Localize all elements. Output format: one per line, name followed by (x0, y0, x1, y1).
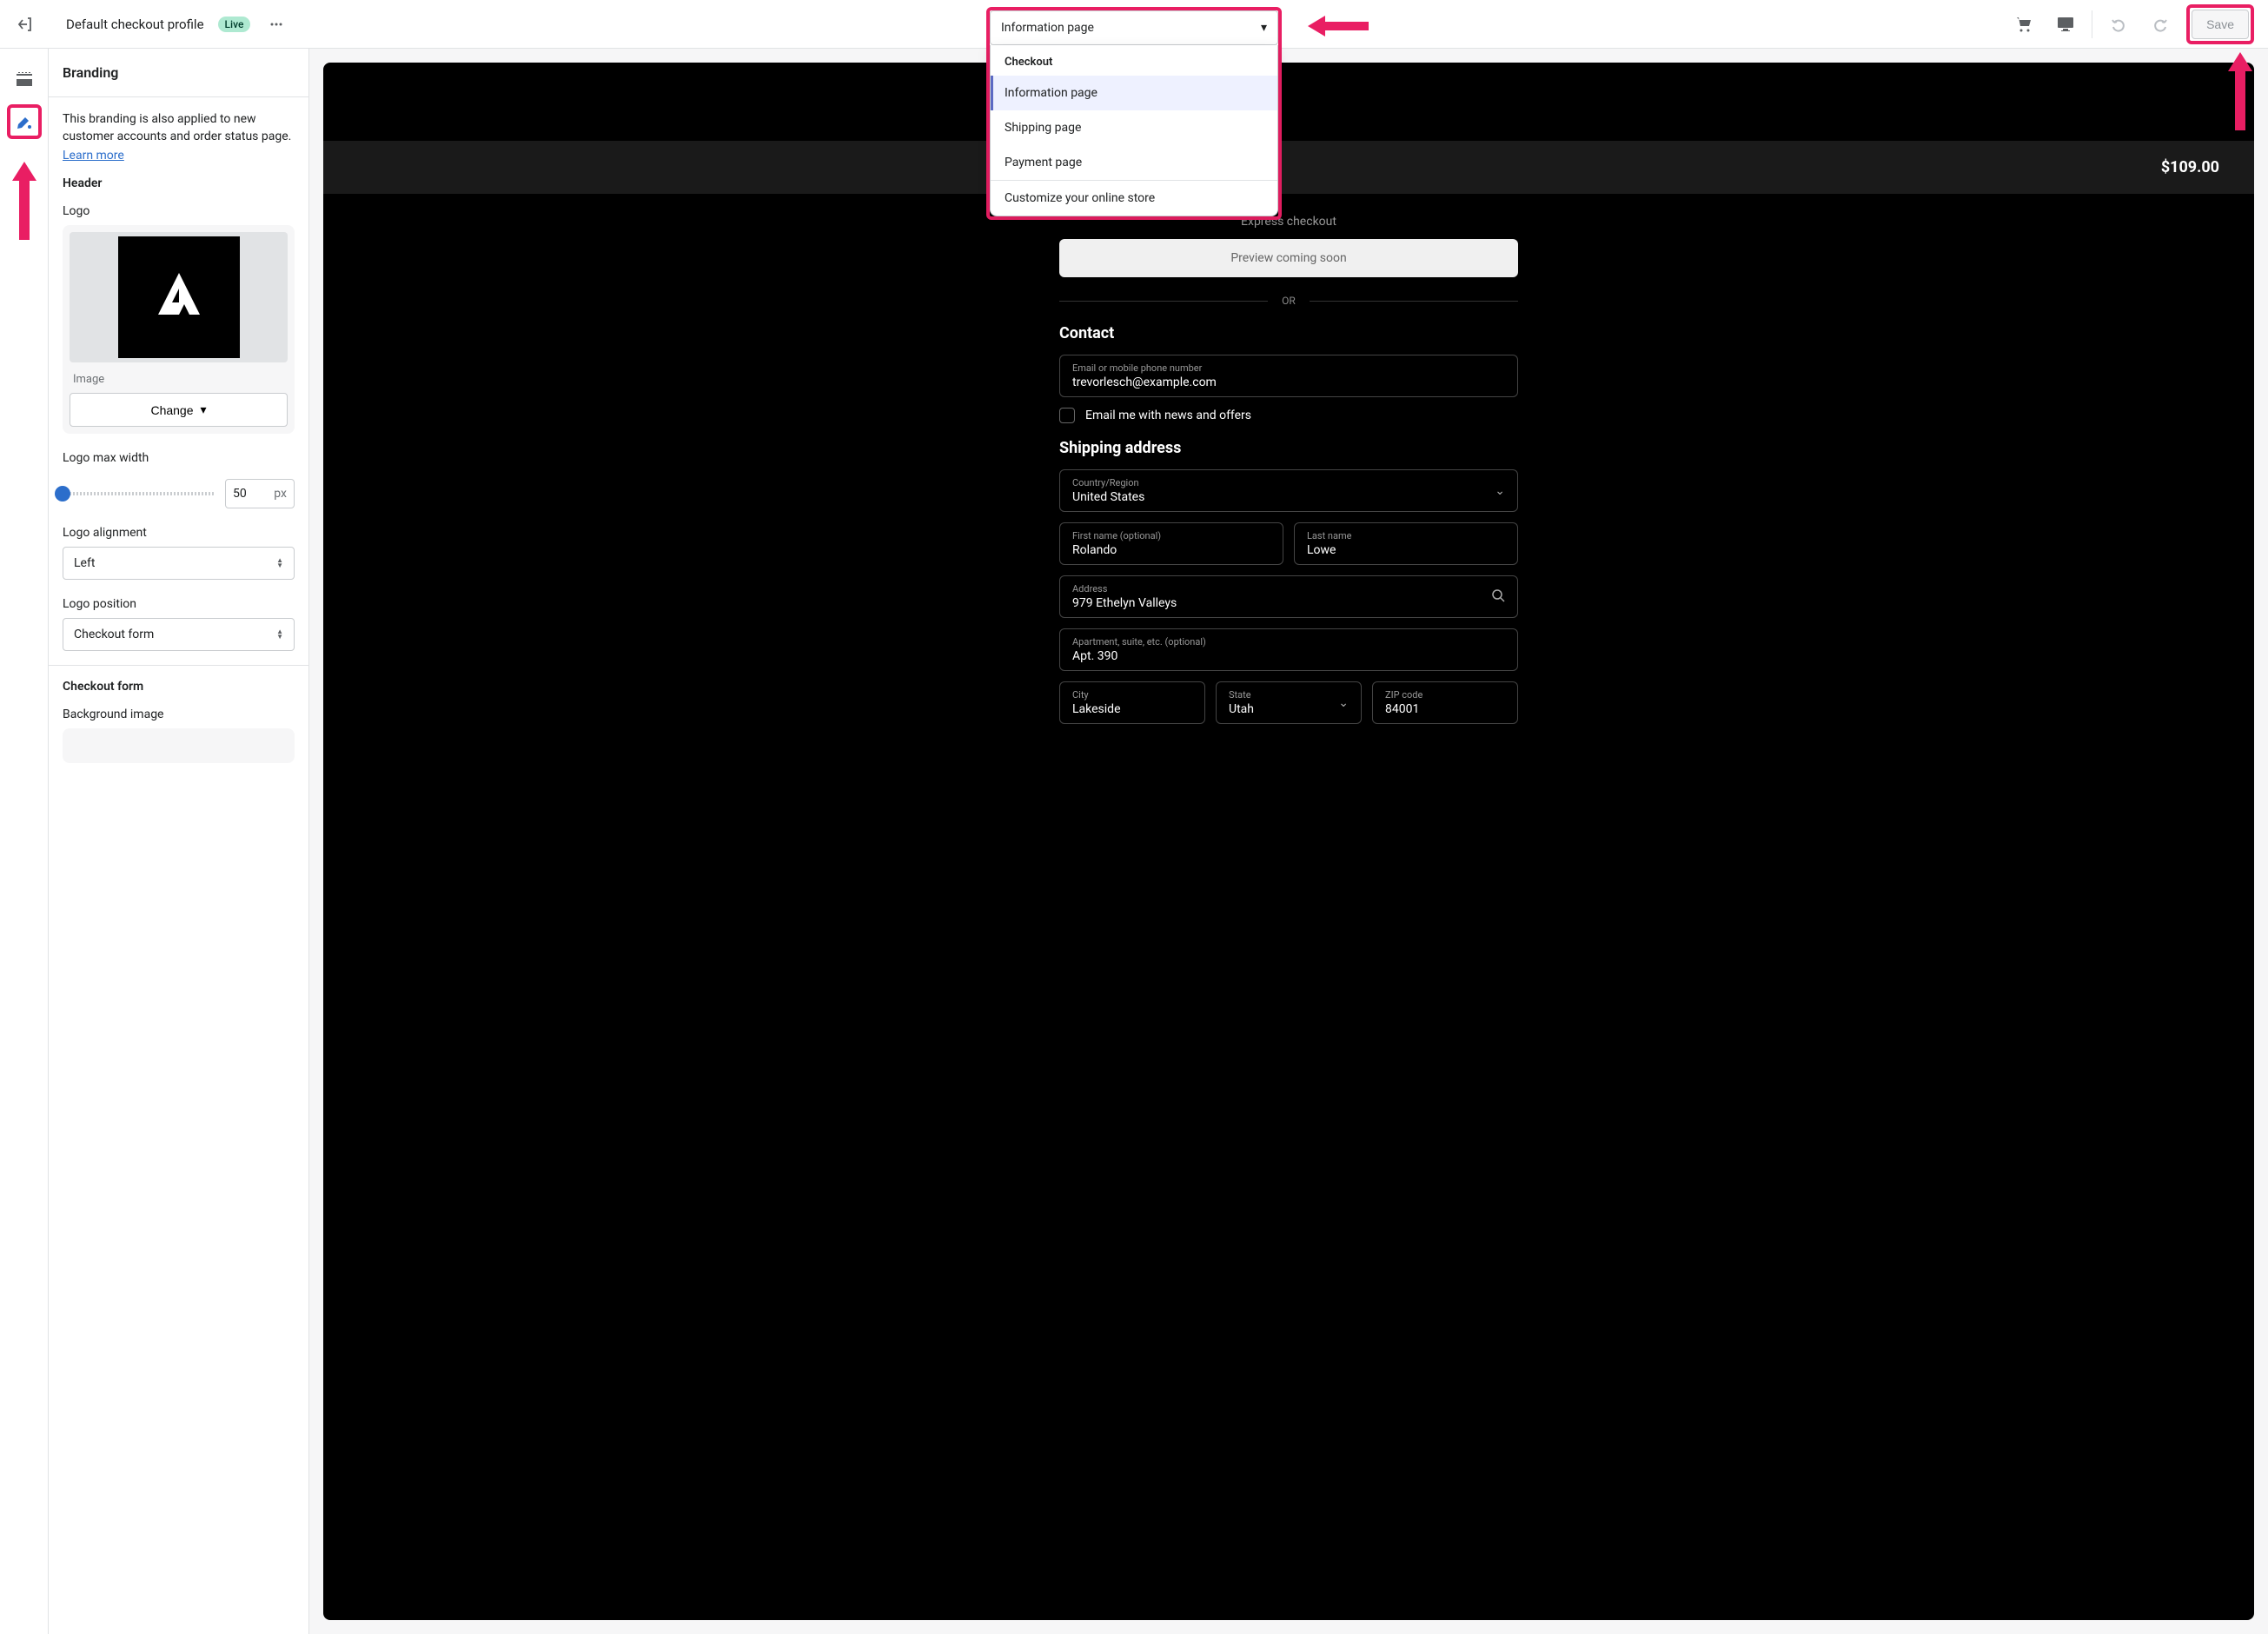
change-button-label: Change (150, 403, 193, 417)
logo-position-value: Checkout form (74, 628, 154, 641)
city-value: Lakeside (1072, 702, 1192, 716)
city-label: City (1072, 689, 1192, 701)
email-label: Email or mobile phone number (1072, 362, 1505, 374)
image-caption: Image (70, 362, 288, 393)
country-value: United States (1072, 490, 1505, 504)
page-selector-value: Information page (1001, 21, 1094, 35)
last-name-value: Lowe (1307, 543, 1505, 557)
chevron-down-icon: ⌄ (1338, 696, 1349, 710)
topbar: Default checkout profile Live Informatio… (0, 0, 2268, 49)
search-icon (1491, 588, 1505, 606)
address-field[interactable]: Address 979 Ethelyn Valleys (1059, 575, 1518, 618)
state-select[interactable]: State Utah ⌄ (1216, 681, 1362, 724)
logo-width-input[interactable]: 50 px (225, 479, 295, 508)
state-value: Utah (1229, 702, 1349, 716)
caret-down-icon: ▾ (1261, 21, 1267, 35)
dropdown-item-customize-store[interactable]: Customize your online store (991, 181, 1277, 216)
bg-image-label: Background image (63, 707, 295, 721)
logo-width-unit: px (274, 487, 287, 501)
dropdown-item-shipping[interactable]: Shipping page (991, 110, 1277, 145)
logo-alignment-label: Logo alignment (63, 526, 295, 540)
state-label: State (1229, 689, 1349, 701)
page-dropdown: Checkout Information page Shipping page … (990, 45, 1278, 216)
last-name-field[interactable]: Last name Lowe (1294, 522, 1518, 565)
contact-heading: Contact (1059, 324, 1518, 342)
logo-position-select[interactable]: Checkout form ▲▼ (63, 618, 295, 651)
logo-width-slider[interactable] (63, 492, 215, 495)
order-summary-bar: $109.00 (323, 141, 2254, 194)
rail-sections-icon[interactable] (7, 63, 42, 97)
express-preview-placeholder: Preview coming soon (1059, 239, 1518, 277)
learn-more-link[interactable]: Learn more (63, 149, 124, 163)
select-updown-icon: ▲▼ (276, 558, 283, 568)
logo-image-well: Image Change ▾ (63, 225, 295, 434)
apt-value: Apt. 390 (1072, 649, 1505, 663)
page-selector[interactable]: Information page ▾ (990, 10, 1278, 45)
annotation-arrow-save (2226, 52, 2254, 134)
annotation-arrow-selector (1308, 14, 1369, 42)
summary-price: $109.00 (2161, 158, 2219, 176)
logo-image (118, 236, 240, 358)
preview-header (323, 63, 2254, 141)
preview-frame[interactable]: $109.00 Express checkout Preview coming … (323, 63, 2254, 1620)
logo-alignment-select[interactable]: Left ▲▼ (63, 547, 295, 580)
apt-label: Apartment, suite, etc. (optional) (1072, 636, 1505, 648)
redo-button[interactable] (2145, 9, 2176, 40)
country-select[interactable]: Country/Region United States ⌄ (1059, 469, 1518, 512)
sidebar: Branding This branding is also applied t… (49, 49, 309, 1634)
branding-description: This branding is also applied to new cus… (63, 111, 295, 145)
logo-max-width-label: Logo max width (63, 451, 295, 465)
profile-title: Default checkout profile (66, 17, 204, 32)
logo-preview (70, 232, 288, 362)
address-label: Address (1072, 583, 1505, 594)
shipping-heading: Shipping address (1059, 439, 1518, 457)
first-name-value: Rolando (1072, 543, 1270, 557)
zip-value: 84001 (1385, 702, 1505, 716)
or-divider: OR (1282, 295, 1296, 307)
exit-button[interactable] (14, 14, 35, 35)
dropdown-group-label: Checkout (991, 45, 1277, 76)
change-image-button[interactable]: Change ▾ (70, 393, 288, 427)
rail-branding-icon[interactable] (7, 104, 42, 139)
country-label: Country/Region (1072, 477, 1505, 488)
bg-image-well[interactable] (63, 728, 295, 763)
logo-position-label: Logo position (63, 597, 295, 611)
zip-field[interactable]: ZIP code 84001 (1372, 681, 1518, 724)
zip-label: ZIP code (1385, 689, 1505, 701)
dropdown-item-information[interactable]: Information page (991, 76, 1277, 110)
caret-down-icon: ▾ (201, 402, 207, 417)
address-value: 979 Ethelyn Valleys (1072, 596, 1505, 610)
more-actions-button[interactable] (264, 12, 288, 37)
cart-preview-icon[interactable] (2008, 9, 2039, 40)
email-field[interactable]: Email or mobile phone number trevorlesch… (1059, 355, 1518, 397)
city-field[interactable]: City Lakeside (1059, 681, 1205, 724)
save-button[interactable]: Save (2192, 10, 2249, 39)
apartment-field[interactable]: Apartment, suite, etc. (optional) Apt. 3… (1059, 628, 1518, 671)
logo-alignment-value: Left (74, 556, 95, 570)
news-checkbox-label: Email me with news and offers (1085, 408, 1251, 422)
first-name-field[interactable]: First name (optional) Rolando (1059, 522, 1283, 565)
header-section-title: Header (63, 176, 295, 190)
last-name-label: Last name (1307, 530, 1505, 541)
checkout-form-section-title: Checkout form (63, 680, 295, 694)
sidebar-title: Branding (49, 49, 308, 97)
chevron-down-icon: ⌄ (1495, 484, 1505, 498)
preview-pane: $109.00 Express checkout Preview coming … (309, 49, 2268, 1634)
news-checkbox[interactable] (1059, 408, 1075, 423)
undo-button[interactable] (2103, 9, 2134, 40)
logo-label: Logo (63, 204, 295, 218)
email-value: trevorlesch@example.com (1072, 375, 1505, 389)
live-badge: Live (218, 17, 251, 32)
slider-thumb[interactable] (55, 486, 70, 501)
select-updown-icon: ▲▼ (276, 629, 283, 640)
annotation-arrow-branding (10, 162, 38, 243)
dropdown-item-payment[interactable]: Payment page (991, 145, 1277, 180)
desktop-preview-icon[interactable] (2050, 9, 2081, 40)
icon-rail (0, 49, 49, 1634)
logo-width-value: 50 (233, 487, 247, 501)
first-name-label: First name (optional) (1072, 530, 1270, 541)
